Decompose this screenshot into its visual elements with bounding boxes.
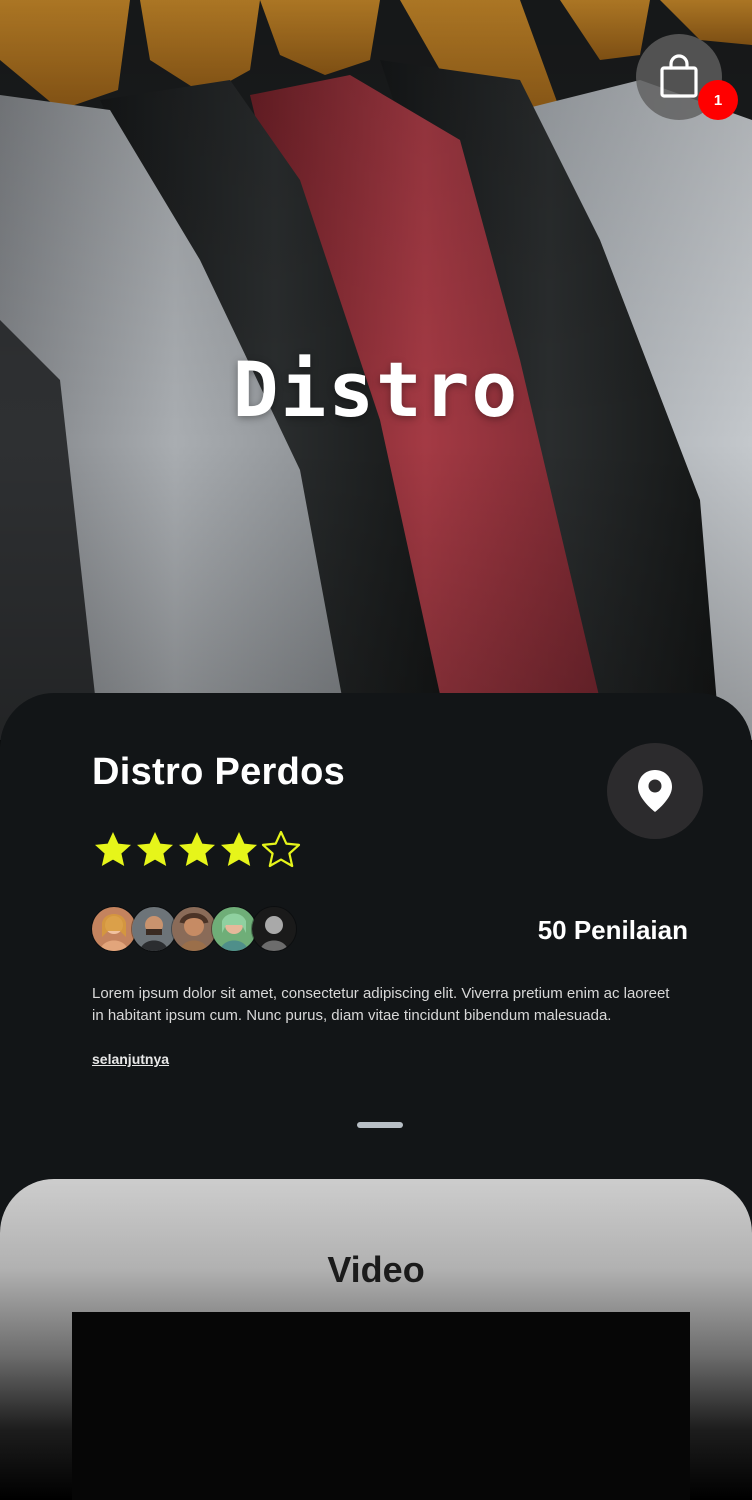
video-player[interactable]	[72, 1312, 690, 1500]
avatar	[252, 907, 296, 951]
rating-stars	[93, 830, 301, 870]
avatar	[212, 907, 256, 951]
video-section: Video	[0, 1179, 752, 1500]
star-filled-icon	[137, 832, 173, 866]
avatar	[92, 907, 136, 951]
drag-handle[interactable]	[357, 1122, 403, 1128]
location-pin-icon	[638, 770, 672, 812]
reviewer-avatars	[92, 907, 296, 951]
star-empty-icon	[261, 830, 301, 868]
star-filled-icon	[179, 832, 215, 866]
store-name: Distro Perdos	[92, 751, 346, 793]
shopping-bag-icon	[660, 54, 698, 98]
store-description: Lorem ipsum dolor sit amet, consectetur …	[92, 985, 670, 1024]
store-info-card: Distro Perdos 50 Penilaian Lorem ipsum d…	[0, 693, 752, 1233]
avatar	[172, 907, 216, 951]
star-filled-icon	[221, 832, 257, 866]
review-count: 50 Penilaian	[537, 915, 688, 945]
avatar	[132, 907, 176, 951]
star-filled-icon	[95, 832, 131, 866]
brand-logo: Distro	[232, 345, 520, 434]
video-section-title: Video	[327, 1249, 425, 1290]
hero-banner: Distro	[0, 0, 752, 740]
read-more-link[interactable]: selanjutnya	[92, 1051, 169, 1067]
cart-badge: 1	[698, 80, 738, 120]
location-button[interactable]	[607, 743, 703, 839]
